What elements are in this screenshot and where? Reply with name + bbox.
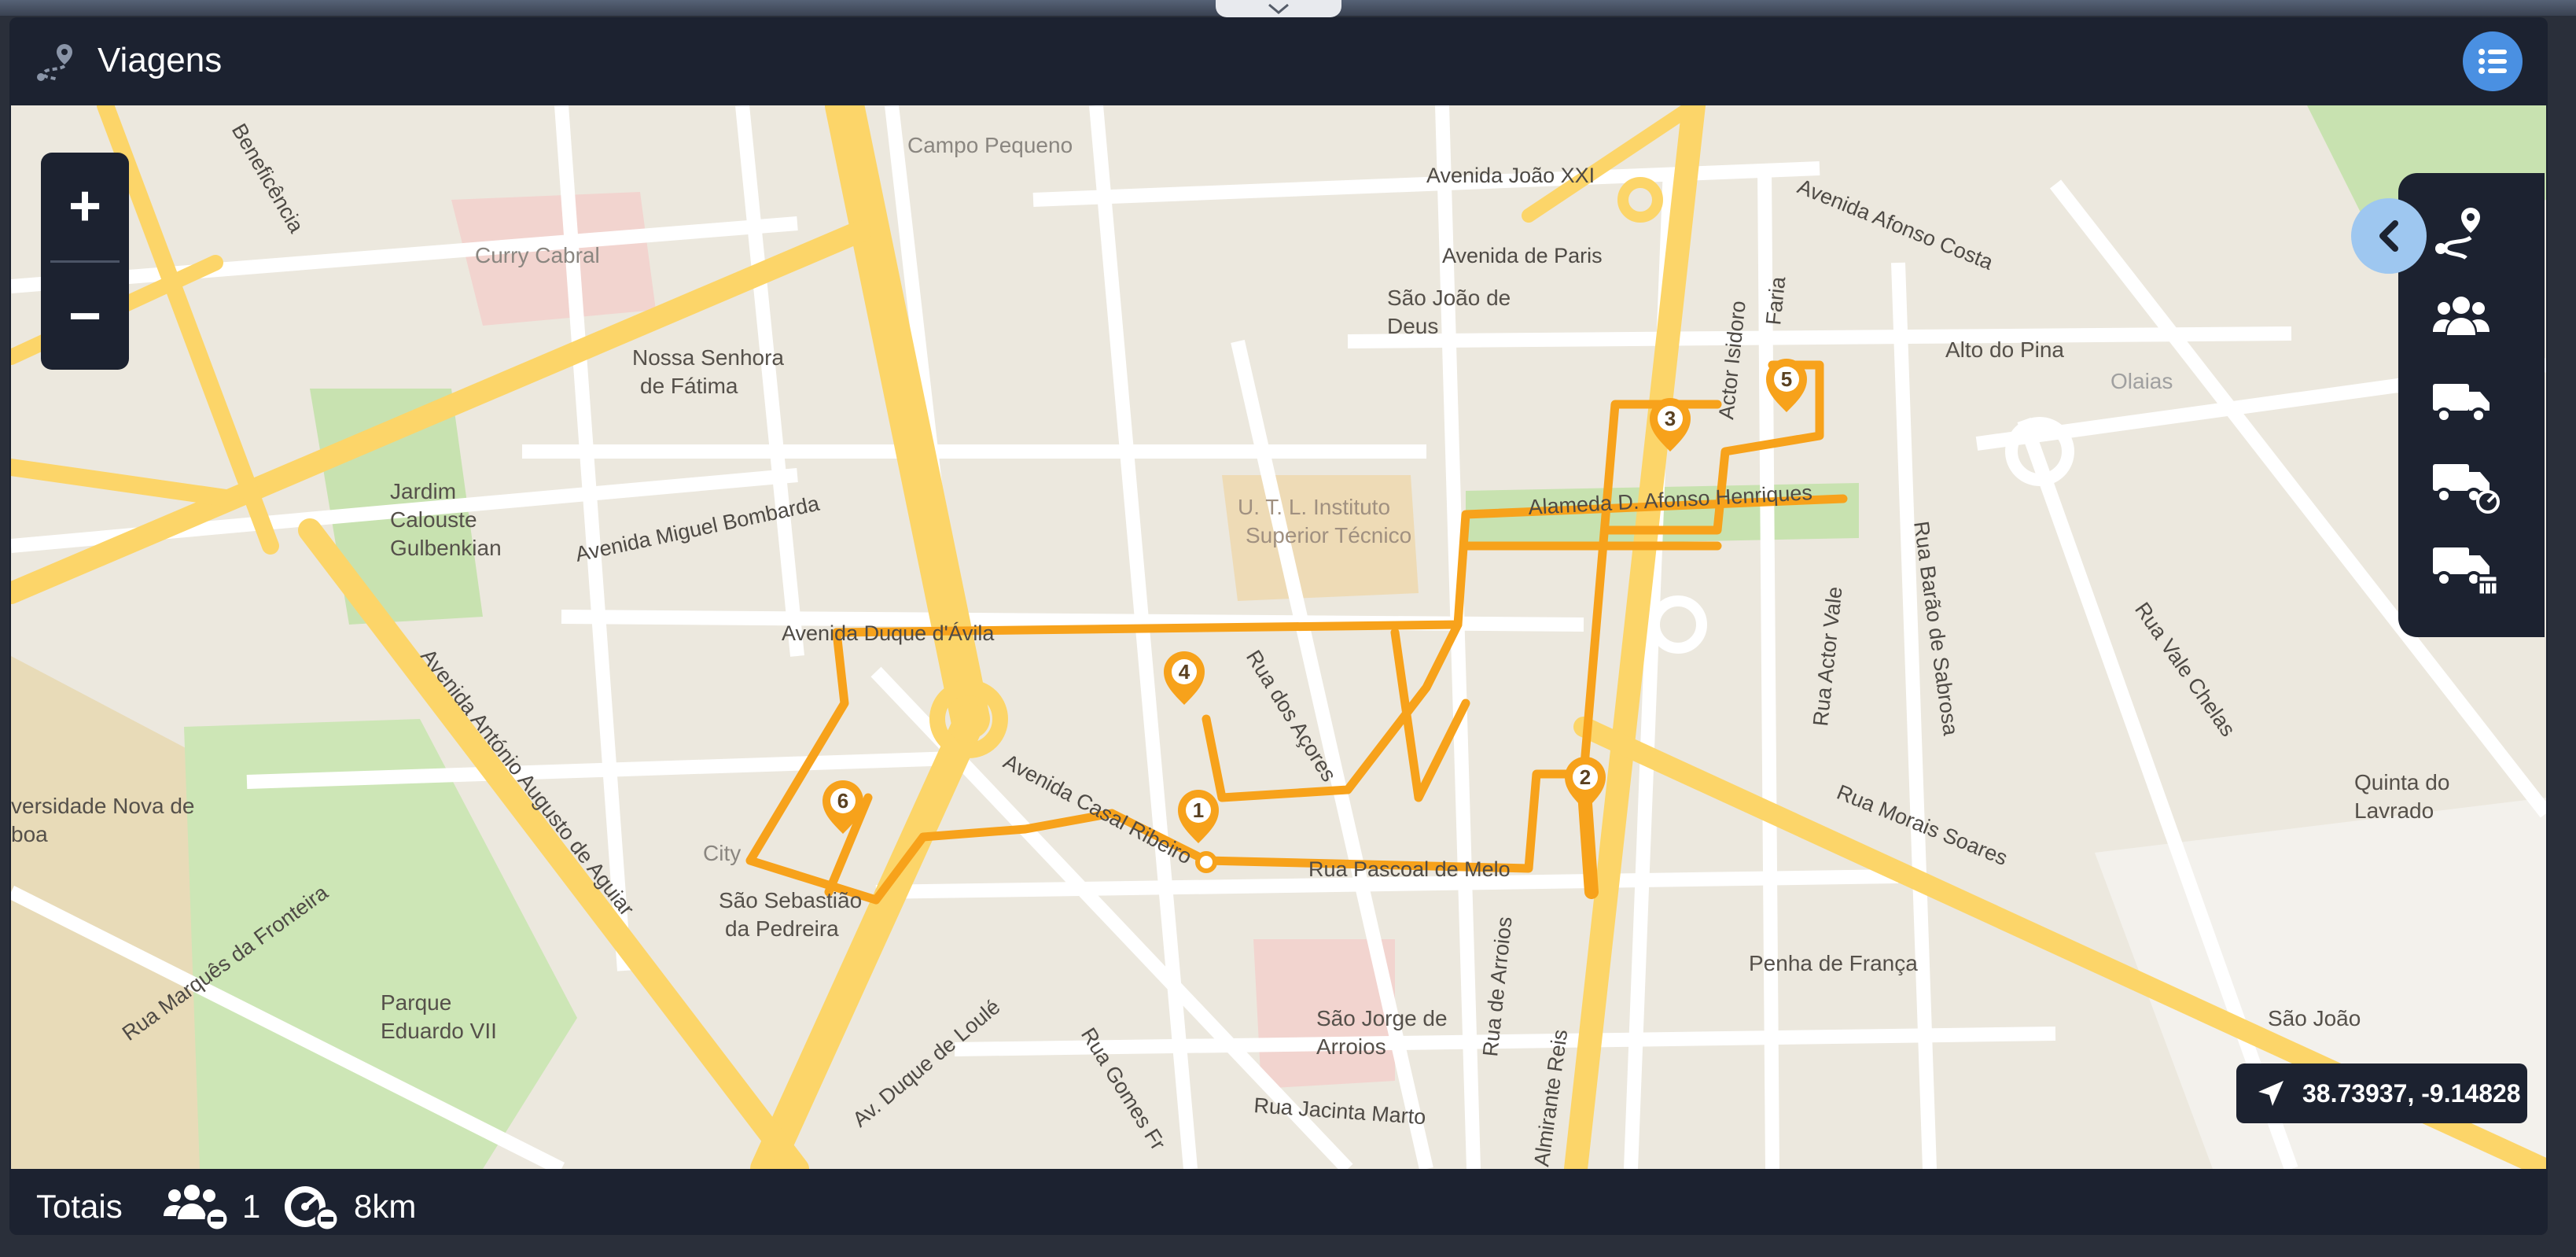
truck-calendar-icon [2433,547,2499,596]
zoom-in-button[interactable]: + [41,153,129,260]
speedometer-minus-icon [285,1186,340,1232]
place-label: São Jorge de [1316,1006,1448,1030]
navigation-arrow-icon [2258,1081,2283,1106]
place-label: Quinta do [2354,770,2449,794]
place-label: Nossa Senhora [632,345,784,370]
totals-footer: Totais 1 8km [9,1169,2548,1235]
list-icon [2478,49,2507,74]
place-label: City [703,841,741,865]
users-icon [2433,297,2490,335]
place-label: Superior Técnico [1246,523,1411,547]
panel-title: Viagens [98,41,223,79]
coordinates-readout: 38.73937, -9.14828 [2236,1063,2527,1123]
list-view-button[interactable] [2463,31,2523,91]
route-pin-icon [37,44,72,82]
svg-text:6: 6 [837,789,848,813]
place-label: São Sebastião [719,888,862,912]
svg-text:1: 1 [1193,798,1204,822]
zoom-control: + − [41,153,129,370]
panel-header: Viagens [9,17,2548,105]
place-label: Deus [1387,314,1438,338]
place-label: Alto do Pina [1945,337,2064,362]
chevron-left-icon [2379,220,2398,252]
totals-label: Totais [36,1188,123,1225]
place-label: Curry Cabral [475,243,600,267]
map-canvas[interactable]: 1 2 3 4 5 6 Campo Pequeno Curry Cabral N… [11,105,2546,1169]
place-label: versidade Nova de [11,794,194,818]
map-layer: 1 2 3 4 5 6 Campo Pequeno Curry Cabral N… [11,105,2546,1169]
svg-text:3: 3 [1665,407,1676,430]
street-label: Avenida João XXI [1426,164,1595,187]
place-label: Calouste [390,507,477,532]
panel-collapse-tab[interactable] [1216,0,1341,17]
sidebar-item-route[interactable] [2430,203,2508,282]
place-label: de Fátima [640,374,738,398]
place-label: Olaias [2110,369,2173,393]
place-label: Arroios [1316,1034,1386,1059]
users-minus-icon [164,1185,230,1232]
trips-panel: Viagens 1 2 3 4 5 6 Campo Pequeno Curry … [9,17,2548,1235]
svg-text:2: 2 [1580,765,1591,789]
route-icon [2435,208,2480,260]
coordinates-value: 38.73937, -9.14828 [2302,1079,2521,1108]
street-label: Avenida Duque d'Ávila [782,621,995,645]
street-label: Rua Pascoal de Melo [1308,857,1511,881]
place-label: boa [11,822,48,846]
place-label: São João [2268,1006,2361,1030]
place-label: Eduardo VII [381,1019,497,1043]
distance-value: 8km [354,1188,417,1225]
place-label: São João de [1387,286,1511,310]
sidebar-item-trucks[interactable] [2430,370,2508,448]
place-label: Campo Pequeno [907,133,1073,157]
sidebar-collapse-button[interactable] [2351,198,2427,274]
truck-speed-icon [2433,464,2500,514]
place-label: da Pedreira [725,916,839,941]
truck-icon [2433,384,2490,423]
place-label: Penha de França [1749,951,1918,975]
sidebar-item-truck-speed[interactable] [2430,453,2508,532]
chevron-down-icon [1268,3,1289,14]
sidebar-item-users[interactable] [2430,286,2508,365]
zoom-out-button[interactable]: − [41,263,129,370]
svg-text:4: 4 [1179,660,1190,684]
place-label: Parque [381,990,451,1015]
sidebar-item-truck-calendar[interactable] [2430,536,2508,615]
place-label: U. T. L. Instituto [1238,495,1390,519]
place-label: Gulbenkian [390,536,502,560]
persons-count: 1 [242,1188,261,1225]
street-label: Avenida de Paris [1442,244,1603,267]
svg-text:5: 5 [1781,367,1792,391]
place-label: Jardim [390,479,456,503]
place-label: Lavrado [2354,798,2434,823]
